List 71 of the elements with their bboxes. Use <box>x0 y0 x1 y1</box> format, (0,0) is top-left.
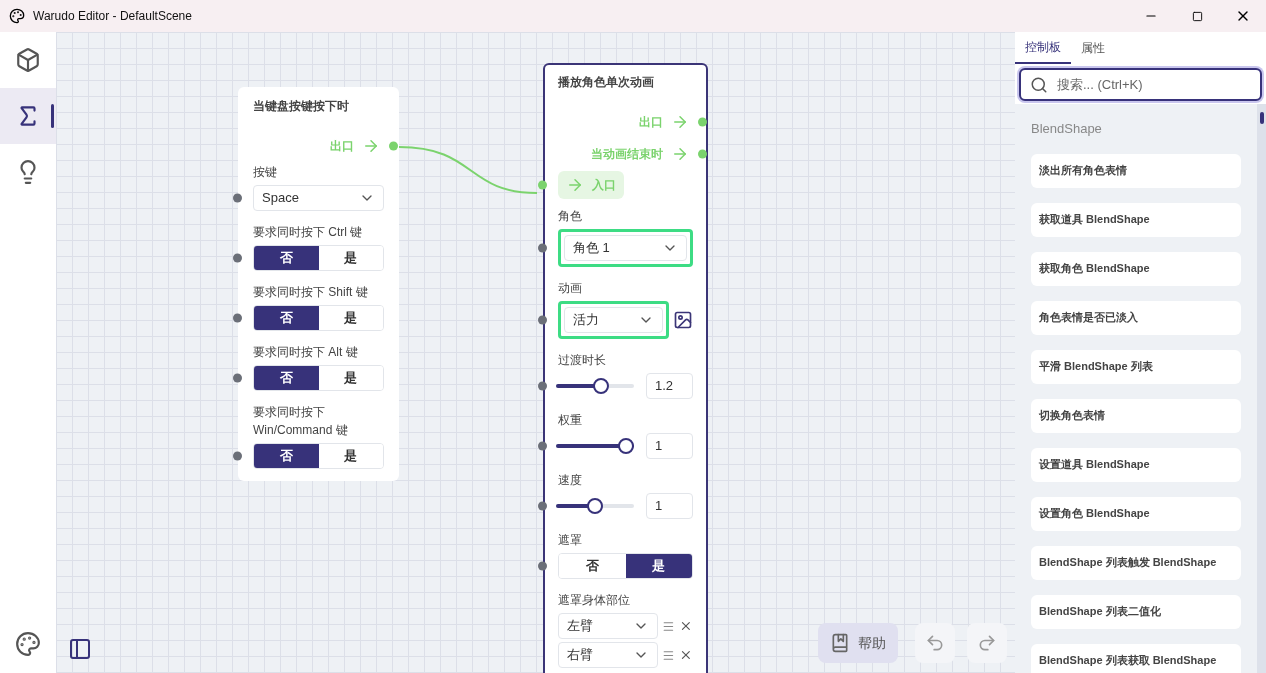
remove-icon[interactable] <box>679 648 693 662</box>
slider[interactable] <box>556 438 634 454</box>
field-label: 要求同时按下 Ctrl 键 <box>253 224 364 241</box>
arrow-icon <box>362 137 380 155</box>
field-label: 要求同时按下 Win/Command 键 <box>253 404 349 439</box>
drag-handle-icon[interactable] <box>662 648 676 662</box>
scrollbar[interactable] <box>1257 104 1266 673</box>
node-list-item[interactable]: 平滑 BlendShape 列表 <box>1031 349 1241 384</box>
node-list-item[interactable]: 获取角色 BlendShape <box>1031 251 1241 286</box>
output-label: 当动画结束时 <box>591 146 663 163</box>
node-list-item[interactable]: BlendShape 列表触发 BlendShape <box>1031 545 1241 580</box>
output-label: 出口 <box>639 114 663 131</box>
node-list-item[interactable]: 获取道具 BlendShape <box>1031 202 1241 237</box>
image-picker-icon[interactable] <box>673 310 693 330</box>
field-label: 速度 <box>558 472 583 489</box>
slider[interactable] <box>556 378 634 394</box>
panel-toggle-icon[interactable] <box>68 637 92 661</box>
field-label: 要求同时按下 Alt 键 <box>253 344 359 361</box>
book-icon <box>830 633 850 653</box>
toggle-option[interactable]: 否 <box>254 444 319 468</box>
dropdown[interactable]: Space <box>253 185 384 211</box>
toggle-option[interactable]: 否 <box>254 306 319 330</box>
section-title: BlendShape <box>1031 120 1103 138</box>
slider[interactable] <box>556 498 634 514</box>
node-list-item[interactable]: 设置道具 BlendShape <box>1031 447 1241 482</box>
toggle-option[interactable]: 否 <box>254 366 319 390</box>
arrow-icon <box>671 113 689 131</box>
dropdown[interactable]: 活力 <box>564 307 663 333</box>
cube-icon <box>15 47 41 73</box>
field-label: 权重 <box>558 412 583 429</box>
number-field[interactable]: 1 <box>646 433 693 459</box>
palette-icon[interactable] <box>15 631 41 657</box>
node-list-item[interactable]: 切换角色表情 <box>1031 398 1241 433</box>
toggle-option[interactable]: 是 <box>625 554 692 578</box>
field-label: 按键 <box>253 164 278 181</box>
field-label: 要求同时按下 Shift 键 <box>253 284 369 301</box>
rail-tab[interactable] <box>0 88 56 144</box>
arrow-icon <box>671 145 689 163</box>
redo-icon <box>977 633 997 653</box>
node-list-item[interactable]: BlendShape 列表二值化 <box>1031 594 1241 629</box>
drag-handle-icon[interactable] <box>662 619 676 633</box>
field-label: 遮罩 <box>558 532 583 549</box>
field-label: 过渡时长 <box>558 352 607 369</box>
node-list-item[interactable]: BlendShape 列表获取 BlendShape <box>1031 643 1241 673</box>
field-label: 动画 <box>558 280 583 297</box>
node-list-item[interactable]: 设置角色 BlendShape <box>1031 496 1241 531</box>
maximize-icon <box>1191 10 1203 22</box>
search-field[interactable]: 搜索... (Ctrl+K) <box>1019 68 1262 101</box>
entry-label: 入口 <box>592 177 616 194</box>
help-button[interactable]: 帮助 <box>818 623 898 663</box>
search-icon <box>1030 76 1048 94</box>
number-field[interactable]: 1.2 <box>646 373 693 399</box>
dropdown[interactable]: 角色 1 <box>564 235 687 261</box>
active-indicator <box>51 104 54 128</box>
dropdown[interactable]: 左臂 <box>558 613 659 639</box>
node-title: 播放角色单次动画 <box>558 74 655 91</box>
undo-icon <box>925 633 945 653</box>
window-title: Warudo Editor - DefaultScene <box>33 8 192 25</box>
dropdown[interactable]: 右臂 <box>558 642 659 668</box>
node-title: 当键盘按键按下时 <box>253 98 350 115</box>
field-label: 遮罩身体部位 <box>558 592 631 609</box>
app-logo-icon <box>9 8 25 24</box>
node-list-item[interactable]: 角色表情是否已淡入 <box>1031 300 1241 335</box>
field-label: 角色 <box>558 208 583 225</box>
node-list-item[interactable]: 淡出所有角色表情 <box>1031 153 1241 188</box>
panel-tab[interactable]: 属性 <box>1071 32 1115 64</box>
output-label: 出口 <box>330 138 354 155</box>
arrow-icon <box>566 176 584 194</box>
number-field[interactable]: 1 <box>646 493 693 519</box>
toggle-option[interactable]: 否 <box>254 246 319 270</box>
remove-icon[interactable] <box>679 619 693 633</box>
